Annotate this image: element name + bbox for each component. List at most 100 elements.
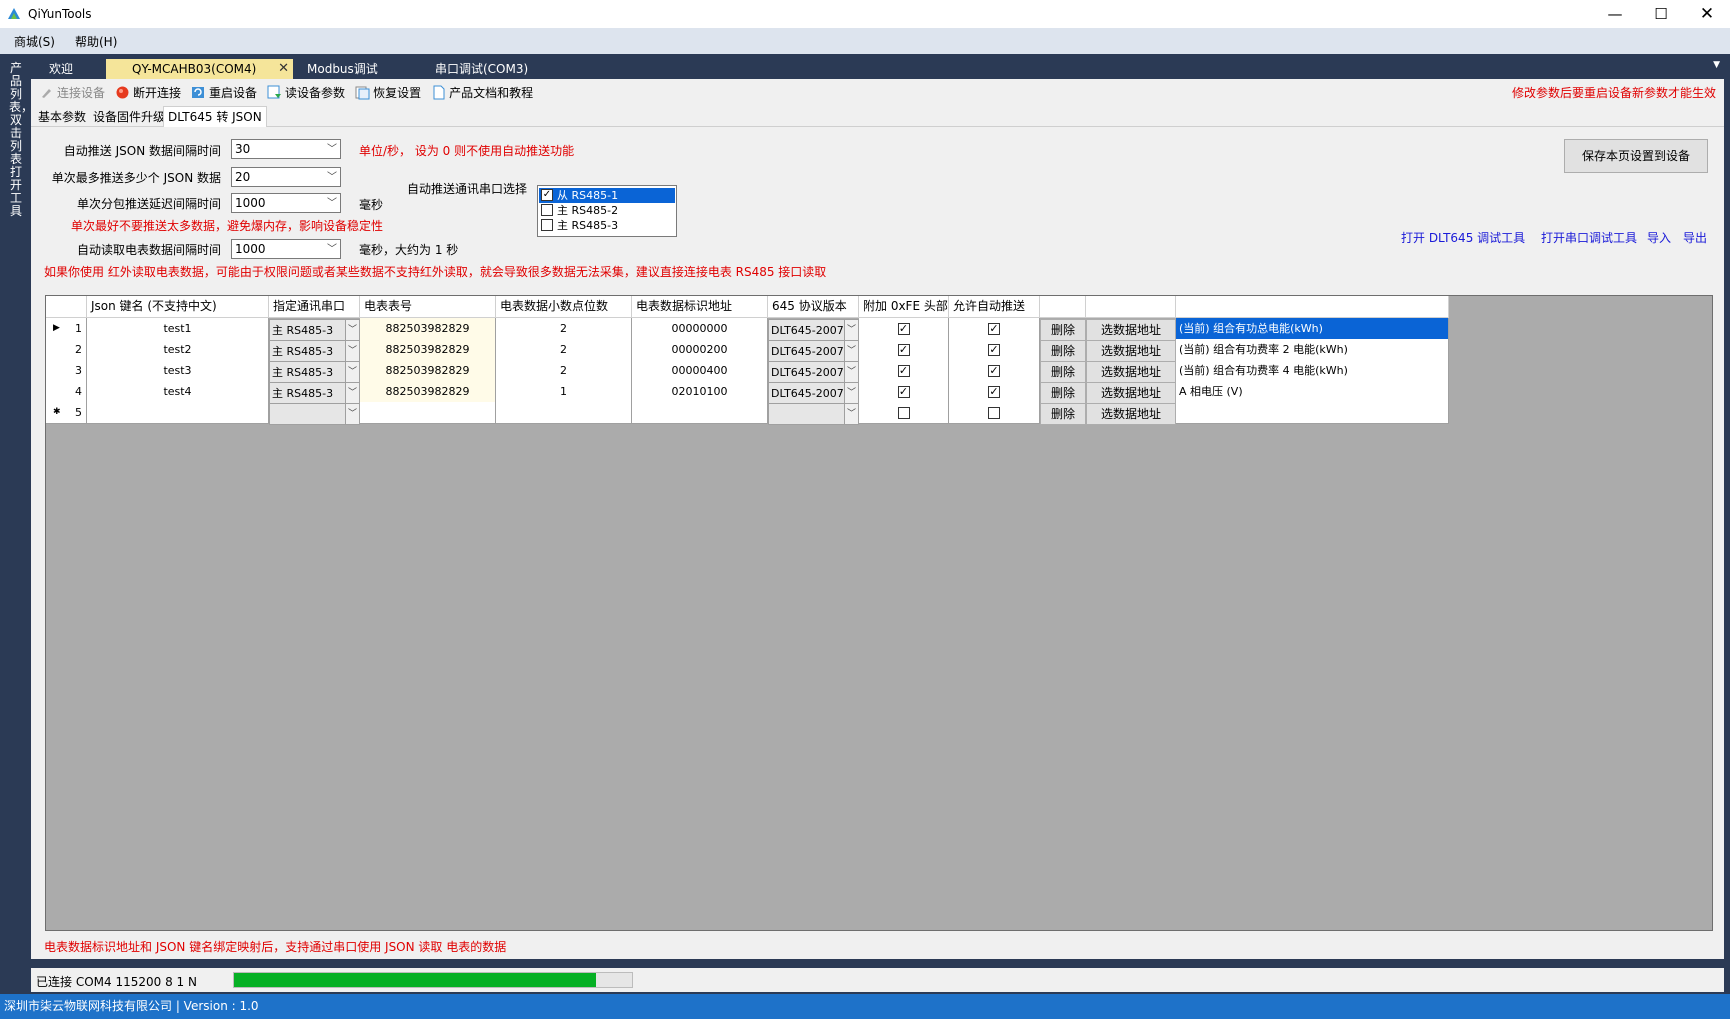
decimals-cell[interactable]: 2 [496,339,632,361]
col-port[interactable]: 指定通讯串口 [269,296,360,318]
delete-row-button[interactable]: 删除 [1040,361,1086,383]
select-data-address-button[interactable]: 选数据地址 [1086,361,1176,383]
col-json-key[interactable]: Json 键名 (不支持中文) [87,296,269,318]
tab-overflow-chevron-down-icon[interactable]: ▼ [1713,60,1720,70]
json-key-cell[interactable]: test1 [87,318,269,340]
decimals-cell[interactable] [496,402,632,424]
chevron-down-icon[interactable]: ﹀ [844,341,858,361]
port-item-rs485-1[interactable]: ✓ 从 RS485-1 [539,188,675,203]
col-decimals[interactable]: 电表数据小数点位数 [496,296,632,318]
tab-welcome[interactable]: 欢迎 [49,59,109,79]
chevron-down-icon[interactable]: ﹀ [844,383,858,403]
checkbox-icon[interactable] [541,219,553,231]
port-item-rs485-2[interactable]: 主 RS485-2 [539,203,675,218]
checkbox-checked-icon[interactable]: ✓ [541,189,553,201]
col-auto-push[interactable]: 允许自动推送 [949,296,1040,318]
data-address-cell[interactable] [632,402,768,424]
delete-row-button[interactable]: 删除 [1040,403,1086,425]
checkbox-checked-icon[interactable]: ✓ [988,386,1000,398]
port-item-rs485-3[interactable]: 主 RS485-3 [539,218,675,233]
auto-push-checkbox-cell[interactable]: ✓ [949,381,1040,403]
meter-number-cell[interactable]: 882503982829 [360,360,496,382]
close-button[interactable]: ✕ [1684,0,1730,28]
select-data-address-button[interactable]: 选数据地址 [1086,382,1176,404]
select-data-address-button[interactable]: 选数据地址 [1086,340,1176,362]
checkbox-checked-icon[interactable]: ✓ [897,344,910,356]
auto-push-checkbox-cell[interactable]: ✓ [949,360,1040,382]
json-key-cell[interactable]: test3 [87,360,269,382]
json-key-cell[interactable]: test4 [87,381,269,403]
checkbox-checked-icon[interactable]: ✓ [988,365,1000,377]
data-address-cell[interactable]: 00000200 [632,339,768,361]
auto-push-checkbox-cell[interactable]: ✓ [949,339,1040,361]
decimals-cell[interactable]: 1 [496,381,632,403]
data-address-cell[interactable]: 00000400 [632,360,768,382]
protocol-combo-cell[interactable]: ﹀ [768,403,859,425]
checkbox-checked-icon[interactable]: ✓ [988,344,1000,356]
save-to-device-button[interactable]: 保存本页设置到设备 [1564,139,1708,173]
menu-help[interactable]: 帮助(H) [75,33,117,50]
port-combo-cell[interactable]: 主 RS485-3 ﹀ [269,319,360,341]
checkbox-checked-icon[interactable]: ✓ [897,365,910,377]
open-dlt645-tool-link[interactable]: 打开 DLT645 调试工具 [1401,229,1525,246]
checkbox-checked-icon[interactable]: ✓ [897,386,910,398]
tab-close-icon[interactable]: ✕ [278,59,289,79]
chevron-down-icon[interactable]: ﹀ [345,362,359,382]
push-interval-combo[interactable]: 30 ﹀ [231,139,341,159]
json-key-cell[interactable] [87,402,269,424]
protocol-combo-cell[interactable]: DLT645-2007 ﹀ [768,361,859,383]
disconnect-button[interactable]: 断开连接 [115,84,181,101]
fe-header-checkbox-cell[interactable]: ✓ [859,360,949,382]
meter-number-cell[interactable]: 882503982829 [360,318,496,340]
read-params-button[interactable]: 读设备参数 [267,84,345,101]
delay-combo[interactable]: 1000 ﹀ [231,193,341,213]
col-data-addr[interactable]: 电表数据标识地址 [632,296,768,318]
import-link[interactable]: 导入 [1647,229,1671,246]
port-combo-cell[interactable]: 主 RS485-3 ﹀ [269,382,360,404]
tab-serial[interactable]: 串口调试(COM3) [435,59,555,79]
select-data-address-button[interactable]: 选数据地址 [1086,319,1176,341]
meter-number-cell[interactable]: 882503982829 [360,339,496,361]
chevron-down-icon[interactable]: ﹀ [345,341,359,361]
port-checklist[interactable]: ✓ 从 RS485-1 主 RS485-2 主 RS485-3 [537,185,677,237]
auto-push-checkbox-cell[interactable]: ✓ [949,318,1040,340]
decimals-cell[interactable]: 2 [496,360,632,382]
tab-firmware-upgrade[interactable]: 设备固件升级 [89,107,169,127]
fe-header-checkbox-cell[interactable]: ✓ [859,318,949,340]
open-serial-tool-link[interactable]: 打开串口调试工具 [1541,229,1637,246]
fe-header-checkbox-cell[interactable]: ✓ [859,339,949,361]
checkbox-checked-icon[interactable]: ✓ [988,323,1000,335]
chevron-down-icon[interactable]: ﹀ [844,362,858,382]
json-key-cell[interactable]: test2 [87,339,269,361]
menu-shop[interactable]: 商城(S) [14,33,55,50]
chevron-down-icon[interactable]: ﹀ [345,404,359,424]
meter-number-cell[interactable] [360,402,496,424]
tab-basic-params[interactable]: 基本参数 [34,107,90,127]
checkbox-icon[interactable] [541,204,553,216]
chevron-down-icon[interactable]: ﹀ [844,404,858,424]
port-combo-cell[interactable]: 主 RS485-3 ﹀ [269,361,360,383]
read-interval-combo[interactable]: 1000 ﹀ [231,239,341,259]
auto-push-checkbox-cell[interactable] [949,402,1040,424]
checkbox-icon[interactable] [988,407,1000,419]
col-fe-header[interactable]: 附加 0xFE 头部 [859,296,949,318]
maximize-button[interactable]: ☐ [1638,0,1684,28]
data-address-cell[interactable]: 00000000 [632,318,768,340]
restart-button[interactable]: 重启设备 [191,84,257,101]
data-address-cell[interactable]: 02010100 [632,381,768,403]
port-combo-cell[interactable]: 主 RS485-3 ﹀ [269,340,360,362]
decimals-cell[interactable]: 2 [496,318,632,340]
tab-device[interactable]: QY-MCAHB03(COM4) ✕ [106,59,293,79]
fe-header-checkbox-cell[interactable] [859,402,949,424]
delete-row-button[interactable]: 删除 [1040,382,1086,404]
delete-row-button[interactable]: 删除 [1040,340,1086,362]
chevron-down-icon[interactable]: ﹀ [345,383,359,403]
protocol-combo-cell[interactable]: DLT645-2007 ﹀ [768,319,859,341]
docs-button[interactable]: 产品文档和教程 [431,84,533,101]
checkbox-icon[interactable] [897,407,910,419]
delete-row-button[interactable]: 删除 [1040,319,1086,341]
col-protocol[interactable]: 645 协议版本 [768,296,859,318]
export-link[interactable]: 导出 [1683,229,1707,246]
meter-number-cell[interactable]: 882503982829 [360,381,496,403]
checkbox-checked-icon[interactable]: ✓ [897,323,910,335]
